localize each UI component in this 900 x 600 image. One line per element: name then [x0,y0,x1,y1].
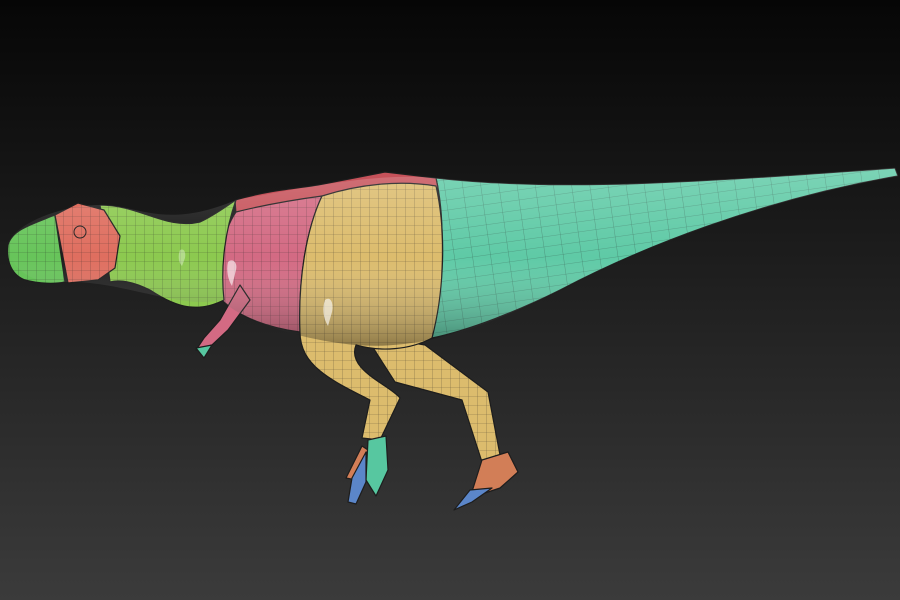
viewport-canvas[interactable] [0,0,900,600]
3d-viewport[interactable] [0,0,900,600]
